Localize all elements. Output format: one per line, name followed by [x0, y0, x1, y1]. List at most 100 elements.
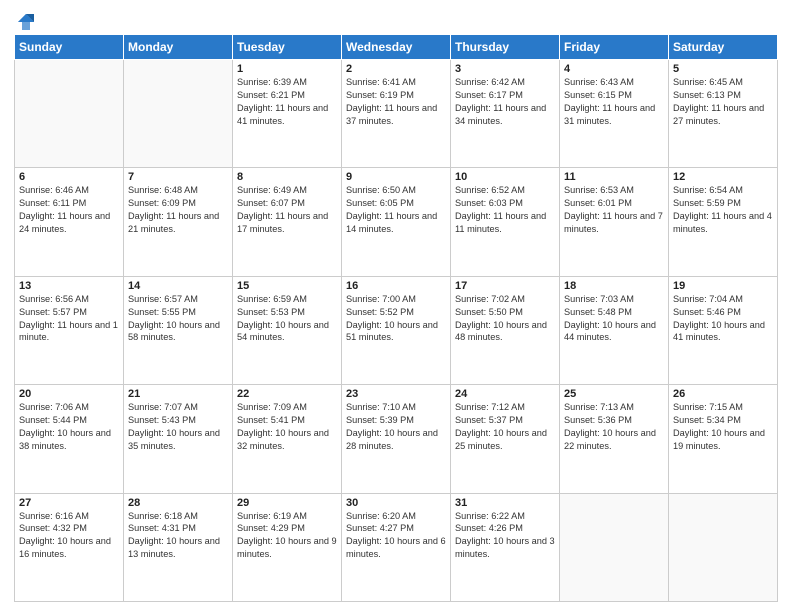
day-number: 4: [564, 63, 664, 75]
day-info: Sunrise: 6:39 AMSunset: 6:21 PMDaylight:…: [237, 76, 337, 128]
day-info: Sunrise: 6:54 AMSunset: 5:59 PMDaylight:…: [673, 184, 773, 236]
calendar-cell: 7Sunrise: 6:48 AMSunset: 6:09 PMDaylight…: [124, 168, 233, 276]
day-number: 7: [128, 171, 228, 183]
calendar-cell: 6Sunrise: 6:46 AMSunset: 6:11 PMDaylight…: [15, 168, 124, 276]
day-number: 3: [455, 63, 555, 75]
day-number: 23: [346, 388, 446, 400]
day-info: Sunrise: 6:57 AMSunset: 5:55 PMDaylight:…: [128, 293, 228, 345]
weekday-header-wednesday: Wednesday: [342, 35, 451, 60]
day-info: Sunrise: 6:59 AMSunset: 5:53 PMDaylight:…: [237, 293, 337, 345]
day-number: 19: [673, 280, 773, 292]
calendar-page: SundayMondayTuesdayWednesdayThursdayFrid…: [0, 0, 792, 612]
day-number: 16: [346, 280, 446, 292]
day-number: 15: [237, 280, 337, 292]
calendar-cell: [560, 493, 669, 601]
day-info: Sunrise: 7:02 AMSunset: 5:50 PMDaylight:…: [455, 293, 555, 345]
calendar-cell: 16Sunrise: 7:00 AMSunset: 5:52 PMDayligh…: [342, 276, 451, 384]
day-info: Sunrise: 7:04 AMSunset: 5:46 PMDaylight:…: [673, 293, 773, 345]
calendar-cell: 18Sunrise: 7:03 AMSunset: 5:48 PMDayligh…: [560, 276, 669, 384]
calendar-cell: 20Sunrise: 7:06 AMSunset: 5:44 PMDayligh…: [15, 385, 124, 493]
day-number: 30: [346, 497, 446, 509]
day-number: 28: [128, 497, 228, 509]
day-info: Sunrise: 7:13 AMSunset: 5:36 PMDaylight:…: [564, 401, 664, 453]
day-info: Sunrise: 6:53 AMSunset: 6:01 PMDaylight:…: [564, 184, 664, 236]
calendar-cell: 10Sunrise: 6:52 AMSunset: 6:03 PMDayligh…: [451, 168, 560, 276]
day-info: Sunrise: 6:19 AMSunset: 4:29 PMDaylight:…: [237, 510, 337, 562]
day-number: 31: [455, 497, 555, 509]
calendar-cell: 13Sunrise: 6:56 AMSunset: 5:57 PMDayligh…: [15, 276, 124, 384]
day-number: 17: [455, 280, 555, 292]
calendar-cell: [124, 60, 233, 168]
day-info: Sunrise: 6:43 AMSunset: 6:15 PMDaylight:…: [564, 76, 664, 128]
calendar-cell: 23Sunrise: 7:10 AMSunset: 5:39 PMDayligh…: [342, 385, 451, 493]
calendar-cell: 30Sunrise: 6:20 AMSunset: 4:27 PMDayligh…: [342, 493, 451, 601]
day-number: 10: [455, 171, 555, 183]
day-info: Sunrise: 7:03 AMSunset: 5:48 PMDaylight:…: [564, 293, 664, 345]
day-info: Sunrise: 6:52 AMSunset: 6:03 PMDaylight:…: [455, 184, 555, 236]
calendar-cell: 29Sunrise: 6:19 AMSunset: 4:29 PMDayligh…: [233, 493, 342, 601]
calendar-cell: [669, 493, 778, 601]
day-number: 26: [673, 388, 773, 400]
day-number: 24: [455, 388, 555, 400]
weekday-header-friday: Friday: [560, 35, 669, 60]
day-info: Sunrise: 6:18 AMSunset: 4:31 PMDaylight:…: [128, 510, 228, 562]
day-number: 25: [564, 388, 664, 400]
day-number: 6: [19, 171, 119, 183]
calendar-cell: 17Sunrise: 7:02 AMSunset: 5:50 PMDayligh…: [451, 276, 560, 384]
day-number: 8: [237, 171, 337, 183]
day-info: Sunrise: 6:45 AMSunset: 6:13 PMDaylight:…: [673, 76, 773, 128]
calendar-cell: 9Sunrise: 6:50 AMSunset: 6:05 PMDaylight…: [342, 168, 451, 276]
day-info: Sunrise: 6:50 AMSunset: 6:05 PMDaylight:…: [346, 184, 446, 236]
calendar-cell: 3Sunrise: 6:42 AMSunset: 6:17 PMDaylight…: [451, 60, 560, 168]
day-info: Sunrise: 6:56 AMSunset: 5:57 PMDaylight:…: [19, 293, 119, 345]
weekday-header-sunday: Sunday: [15, 35, 124, 60]
day-number: 1: [237, 63, 337, 75]
day-number: 21: [128, 388, 228, 400]
day-number: 27: [19, 497, 119, 509]
calendar-cell: 19Sunrise: 7:04 AMSunset: 5:46 PMDayligh…: [669, 276, 778, 384]
calendar-cell: 21Sunrise: 7:07 AMSunset: 5:43 PMDayligh…: [124, 385, 233, 493]
calendar-week-2: 6Sunrise: 6:46 AMSunset: 6:11 PMDaylight…: [15, 168, 778, 276]
day-info: Sunrise: 6:49 AMSunset: 6:07 PMDaylight:…: [237, 184, 337, 236]
calendar-cell: 24Sunrise: 7:12 AMSunset: 5:37 PMDayligh…: [451, 385, 560, 493]
day-info: Sunrise: 6:16 AMSunset: 4:32 PMDaylight:…: [19, 510, 119, 562]
day-number: 11: [564, 171, 664, 183]
day-info: Sunrise: 7:15 AMSunset: 5:34 PMDaylight:…: [673, 401, 773, 453]
calendar-cell: 22Sunrise: 7:09 AMSunset: 5:41 PMDayligh…: [233, 385, 342, 493]
calendar-cell: 1Sunrise: 6:39 AMSunset: 6:21 PMDaylight…: [233, 60, 342, 168]
day-info: Sunrise: 6:22 AMSunset: 4:26 PMDaylight:…: [455, 510, 555, 562]
weekday-header-monday: Monday: [124, 35, 233, 60]
day-number: 12: [673, 171, 773, 183]
logo: [14, 14, 36, 28]
weekday-header-tuesday: Tuesday: [233, 35, 342, 60]
calendar-cell: [15, 60, 124, 168]
day-number: 22: [237, 388, 337, 400]
day-info: Sunrise: 6:48 AMSunset: 6:09 PMDaylight:…: [128, 184, 228, 236]
day-info: Sunrise: 7:09 AMSunset: 5:41 PMDaylight:…: [237, 401, 337, 453]
calendar-table: SundayMondayTuesdayWednesdayThursdayFrid…: [14, 34, 778, 602]
day-info: Sunrise: 7:10 AMSunset: 5:39 PMDaylight:…: [346, 401, 446, 453]
calendar-week-5: 27Sunrise: 6:16 AMSunset: 4:32 PMDayligh…: [15, 493, 778, 601]
weekday-header-saturday: Saturday: [669, 35, 778, 60]
calendar-cell: 5Sunrise: 6:45 AMSunset: 6:13 PMDaylight…: [669, 60, 778, 168]
day-number: 29: [237, 497, 337, 509]
calendar-week-1: 1Sunrise: 6:39 AMSunset: 6:21 PMDaylight…: [15, 60, 778, 168]
day-number: 2: [346, 63, 446, 75]
calendar-cell: 4Sunrise: 6:43 AMSunset: 6:15 PMDaylight…: [560, 60, 669, 168]
calendar-cell: 14Sunrise: 6:57 AMSunset: 5:55 PMDayligh…: [124, 276, 233, 384]
calendar-cell: 28Sunrise: 6:18 AMSunset: 4:31 PMDayligh…: [124, 493, 233, 601]
day-info: Sunrise: 7:06 AMSunset: 5:44 PMDaylight:…: [19, 401, 119, 453]
calendar-cell: 2Sunrise: 6:41 AMSunset: 6:19 PMDaylight…: [342, 60, 451, 168]
day-info: Sunrise: 7:00 AMSunset: 5:52 PMDaylight:…: [346, 293, 446, 345]
calendar-cell: 8Sunrise: 6:49 AMSunset: 6:07 PMDaylight…: [233, 168, 342, 276]
day-number: 9: [346, 171, 446, 183]
day-number: 18: [564, 280, 664, 292]
day-number: 5: [673, 63, 773, 75]
header: [14, 10, 778, 28]
calendar-week-4: 20Sunrise: 7:06 AMSunset: 5:44 PMDayligh…: [15, 385, 778, 493]
calendar-cell: 27Sunrise: 6:16 AMSunset: 4:32 PMDayligh…: [15, 493, 124, 601]
calendar-cell: 25Sunrise: 7:13 AMSunset: 5:36 PMDayligh…: [560, 385, 669, 493]
weekday-header-row: SundayMondayTuesdayWednesdayThursdayFrid…: [15, 35, 778, 60]
calendar-cell: 26Sunrise: 7:15 AMSunset: 5:34 PMDayligh…: [669, 385, 778, 493]
weekday-header-thursday: Thursday: [451, 35, 560, 60]
